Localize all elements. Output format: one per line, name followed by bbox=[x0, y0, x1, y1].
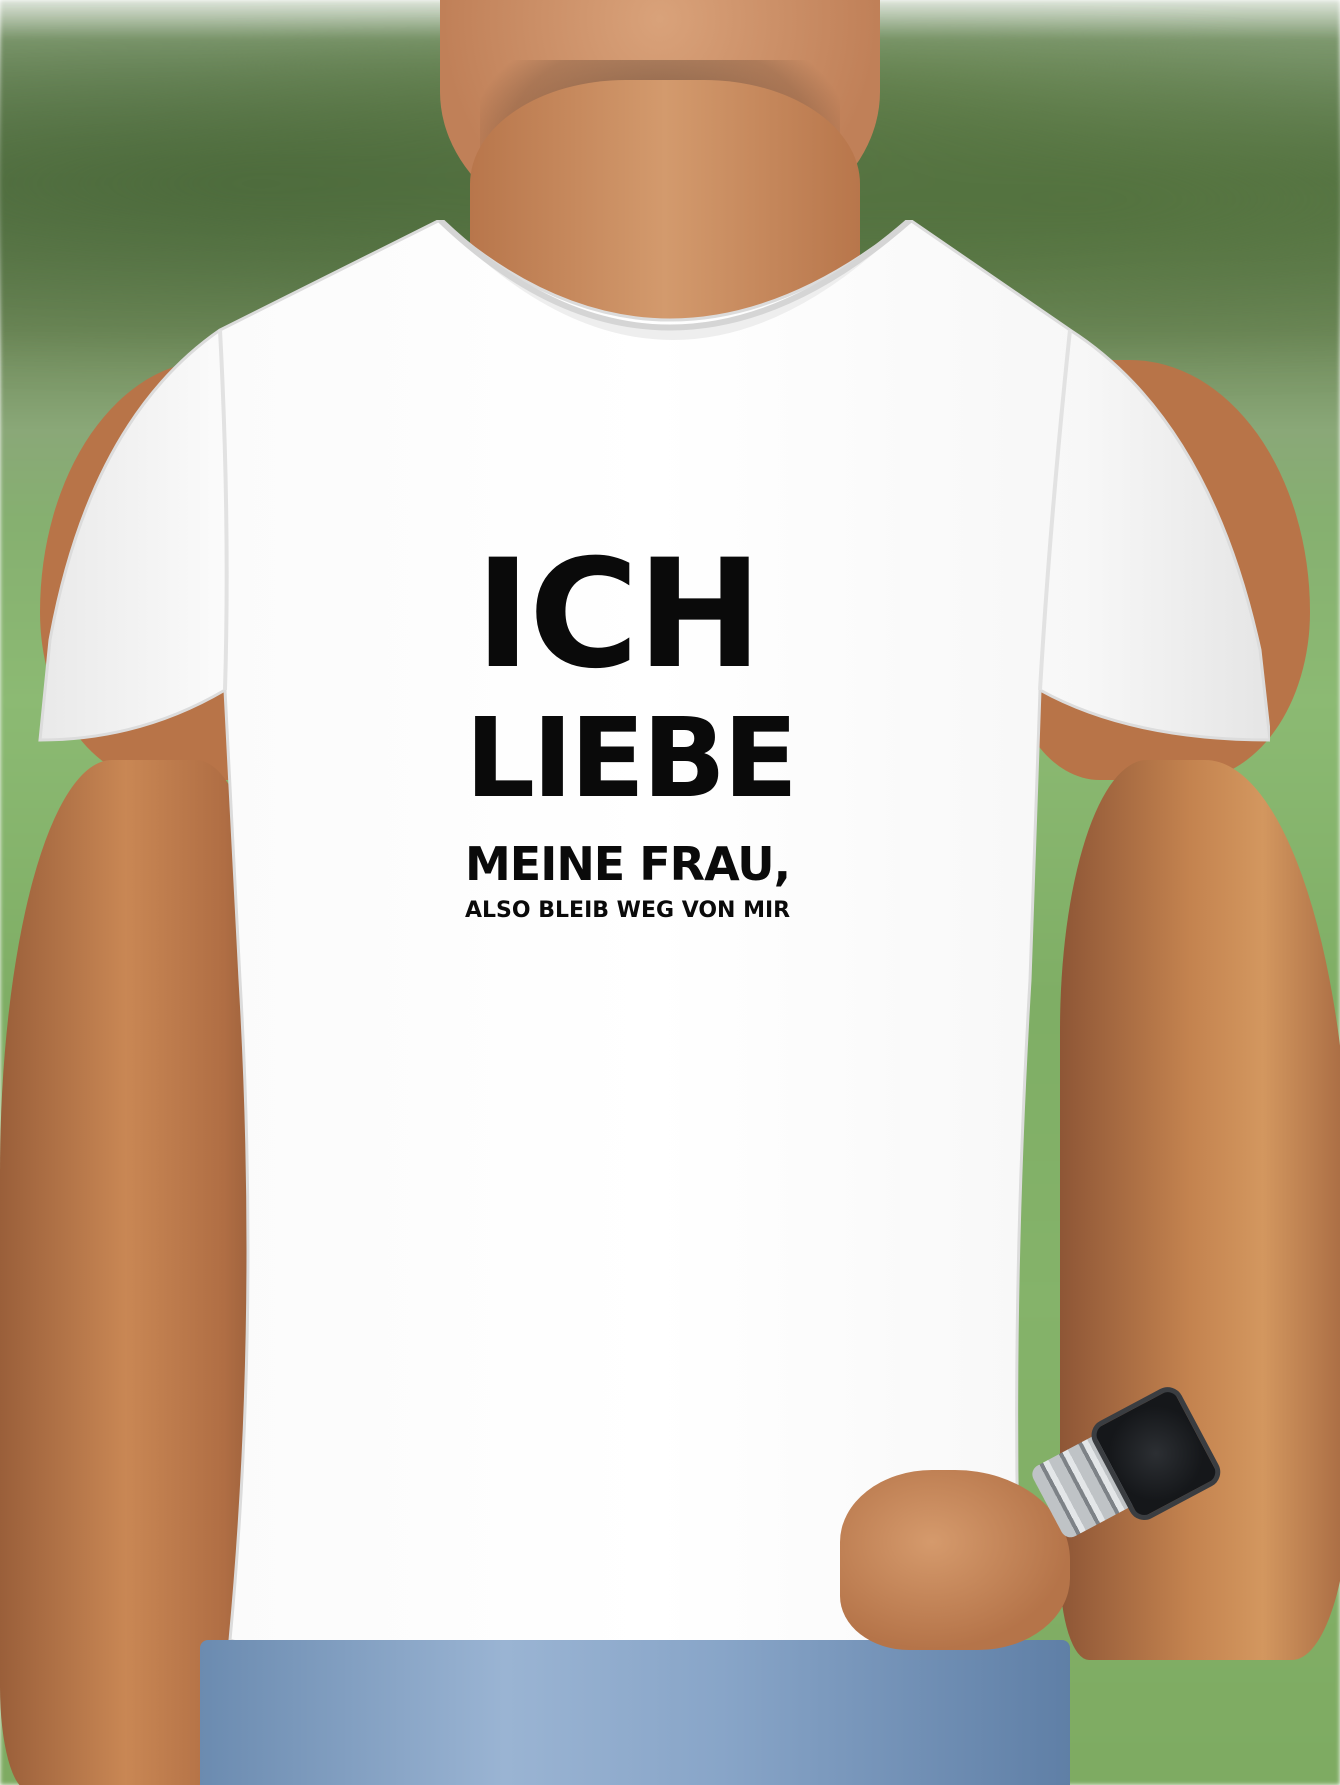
print-line-1: ICH bbox=[475, 528, 762, 702]
shirt-print: ICH LIEBE MEINE FRAU, ALSO BLEIB WEG VON… bbox=[465, 540, 885, 926]
jeans bbox=[200, 1640, 1070, 1785]
right-hand bbox=[840, 1470, 1070, 1650]
print-line-3: MEINE FRAU, bbox=[465, 837, 791, 891]
print-line-2: LIEBE bbox=[465, 694, 798, 822]
product-photo: ICH LIEBE MEINE FRAU, ALSO BLEIB WEG VON… bbox=[0, 0, 1340, 1785]
print-line-4: ALSO BLEIB WEG VON MIR bbox=[465, 898, 791, 923]
